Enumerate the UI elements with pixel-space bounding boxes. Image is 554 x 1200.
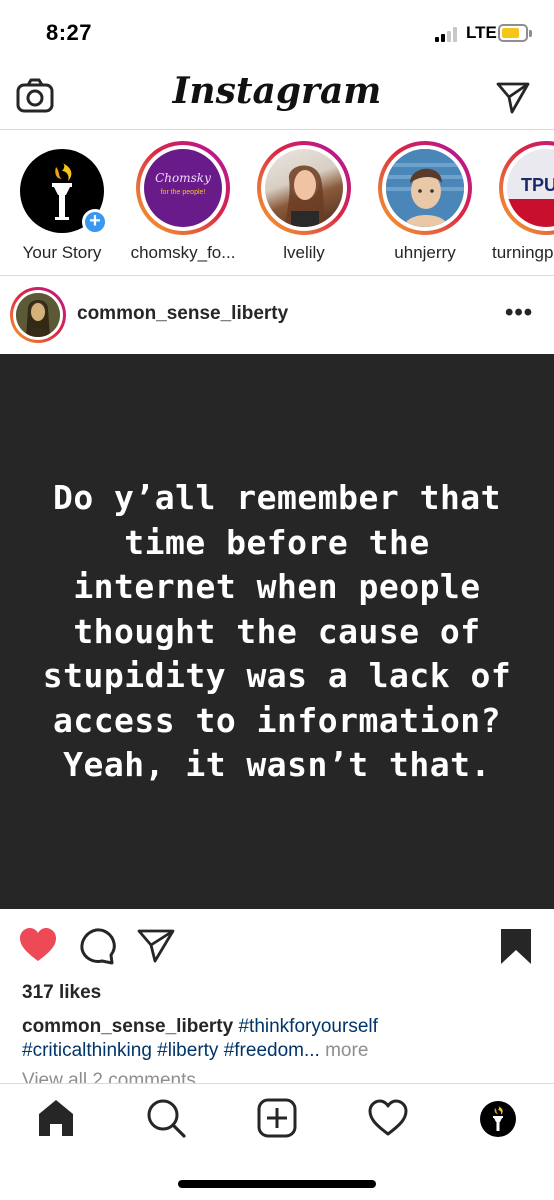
- story-pic-subtext: for the people!: [160, 189, 206, 196]
- post-image-text: Do y’all remember that time before the i…: [42, 478, 512, 784]
- saved-bookmark-icon[interactable]: [496, 926, 536, 966]
- add-story-plus-icon[interactable]: +: [82, 209, 108, 235]
- story-pic-text: Chomsky: [155, 171, 211, 185]
- bottom-navigation: [0, 1083, 554, 1200]
- story-label: turningp: [492, 243, 554, 262]
- new-post-icon[interactable]: [255, 1096, 299, 1140]
- post-actions: [0, 920, 554, 972]
- story-avatar: [386, 149, 464, 227]
- story-avatar: [265, 149, 343, 227]
- status-time: 8:27: [46, 20, 93, 45]
- story-turningp[interactable]: TPUS turningp: [484, 141, 554, 271]
- battery-icon: [498, 24, 528, 42]
- story-avatar: TPUS: [507, 149, 554, 227]
- view-all-comments-link[interactable]: View all 2 comments: [22, 1070, 196, 1084]
- app-header: Instagram: [0, 62, 554, 130]
- story-avatar: Chomsky for the people!: [144, 149, 222, 227]
- caption-username[interactable]: common_sense_liberty: [22, 1016, 233, 1037]
- story-label: lvelily: [283, 243, 325, 262]
- home-indicator: [178, 1180, 376, 1188]
- story-chomsky[interactable]: Chomsky for the people! chomsky_fo...: [121, 141, 241, 271]
- stories-tray[interactable]: + Your Story Chomsky for the people! cho…: [0, 131, 554, 276]
- caption-hashtags-line2[interactable]: #criticalthinking #liberty #freedom...: [22, 1040, 320, 1061]
- post-username[interactable]: common_sense_liberty: [77, 303, 288, 325]
- like-heart-icon[interactable]: [18, 926, 58, 966]
- share-icon[interactable]: [136, 926, 176, 966]
- search-icon[interactable]: [144, 1096, 188, 1140]
- caption-more-link[interactable]: more: [325, 1040, 368, 1061]
- post-author-avatar[interactable]: [10, 287, 66, 343]
- activity-heart-icon[interactable]: [366, 1096, 410, 1140]
- post-image[interactable]: Do y’all remember that time before the i…: [0, 354, 554, 909]
- profile-avatar[interactable]: [480, 1101, 516, 1137]
- status-bar: 8:27 LTE: [0, 0, 554, 62]
- story-pic-text: TPUS: [521, 175, 554, 195]
- story-uhnjerry[interactable]: uhnjerry: [363, 141, 483, 271]
- story-label: uhnjerry: [394, 243, 456, 262]
- story-label: Your Story: [22, 243, 102, 262]
- caption-hashtags[interactable]: #thinkforyourself: [238, 1016, 377, 1037]
- post-header: common_sense_liberty •••: [0, 277, 554, 354]
- battery-nub: [529, 30, 532, 37]
- like-count[interactable]: 317 likes: [22, 982, 101, 1004]
- comment-icon[interactable]: [78, 926, 118, 966]
- instagram-logo: Instagram: [172, 70, 382, 112]
- direct-message-icon[interactable]: [496, 80, 530, 114]
- story-label: chomsky_fo...: [130, 243, 236, 262]
- home-icon[interactable]: [34, 1096, 78, 1140]
- signal-strength-icon: [435, 26, 461, 42]
- network-label: LTE: [466, 23, 497, 42]
- story-your-story[interactable]: + Your Story: [0, 141, 120, 271]
- story-lvelily[interactable]: lvelily: [242, 141, 362, 271]
- more-options-icon[interactable]: •••: [505, 299, 533, 327]
- post-caption: common_sense_liberty #thinkforyourself #…: [22, 1015, 532, 1063]
